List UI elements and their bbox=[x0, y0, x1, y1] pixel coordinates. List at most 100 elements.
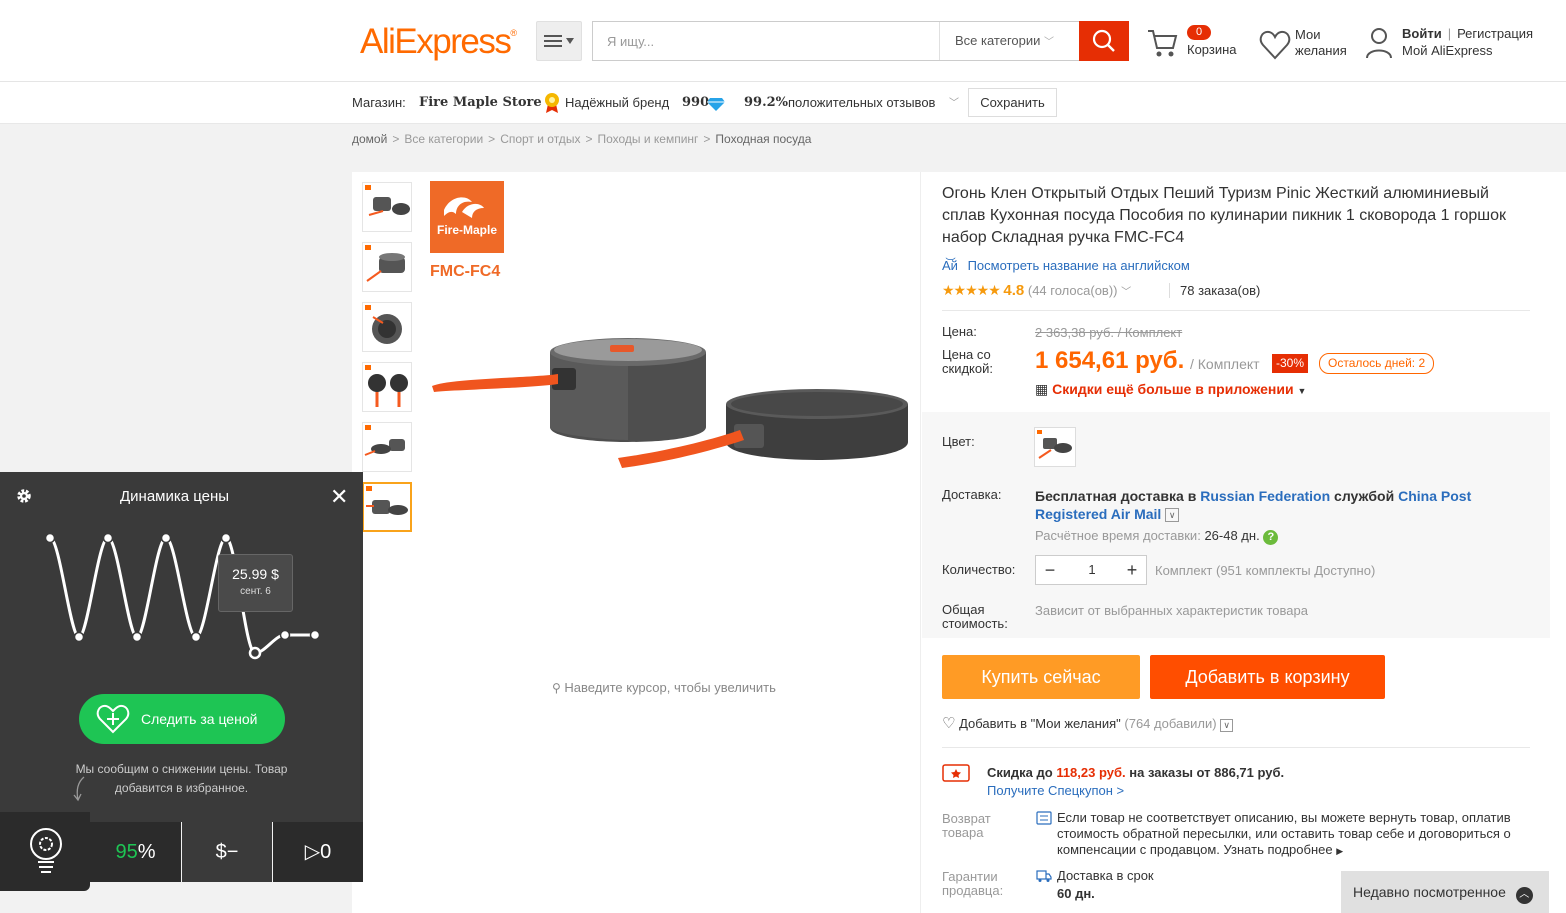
buy-now-button[interactable]: Купить сейчас bbox=[942, 655, 1140, 699]
breadcrumb-home[interactable]: домой bbox=[352, 132, 387, 146]
breadcrumb-sport[interactable]: Спорт и отдых bbox=[500, 132, 580, 146]
category-select[interactable]: Все категории ﹀ bbox=[939, 22, 1079, 60]
thumbnail-3[interactable] bbox=[362, 302, 412, 352]
positive-feedback-label[interactable]: положительных отзывов bbox=[788, 95, 935, 110]
caret-down-icon bbox=[566, 38, 574, 44]
store-score: 990 bbox=[682, 95, 710, 110]
lightbulb-button[interactable] bbox=[0, 812, 90, 891]
brand-badge-label: Надёжный бренд bbox=[565, 95, 670, 110]
gear-icon[interactable] bbox=[15, 487, 33, 505]
english-title-text[interactable]: Посмотреть название на английском bbox=[968, 258, 1190, 273]
coupon-info: Скидка до 118,23 руб. на заказы от 886,7… bbox=[987, 765, 1284, 780]
recently-viewed-tab[interactable]: Недавно посмотренное ︿ bbox=[1341, 871, 1549, 913]
orders-count: 78 заказа(ов) bbox=[1169, 283, 1260, 298]
days-left-badge: Осталось дней: 2 bbox=[1319, 353, 1435, 374]
search-icon bbox=[1092, 29, 1115, 52]
aliexpress-logo[interactable]: AliExpress® bbox=[360, 22, 517, 62]
zoom-hint: ⚲ Наведите курсор, чтобы увеличить bbox=[552, 680, 776, 695]
translate-icon: A͝й bbox=[942, 258, 958, 273]
cookware-set-image: Fire-Maple FMC-FC4 bbox=[430, 181, 908, 468]
hamburger-icon bbox=[544, 35, 562, 47]
my-aliexpress-link[interactable]: Мой AliExpress bbox=[1402, 43, 1493, 58]
cart-icon[interactable] bbox=[1146, 26, 1180, 60]
thumbnail-6[interactable] bbox=[362, 482, 412, 532]
add-wish-text[interactable]: Добавить в "Мои желания" bbox=[959, 716, 1121, 731]
guarantee-days: 60 дн. bbox=[1057, 886, 1095, 901]
english-title-link[interactable]: A͝й Посмотреть название на английском bbox=[942, 258, 1190, 273]
cookware-thumb-icon bbox=[365, 245, 405, 282]
breadcrumb-all-categories[interactable]: Все категории bbox=[404, 132, 483, 146]
cart-count-badge: 0 bbox=[1187, 25, 1211, 40]
price-change-button[interactable]: $− bbox=[182, 822, 272, 882]
wishlist-label[interactable]: Мои желания bbox=[1295, 27, 1355, 59]
rating-value: 4.8 bbox=[1003, 282, 1025, 299]
qr-icon: ▦ bbox=[1035, 381, 1049, 397]
login-link[interactable]: Войти bbox=[1402, 26, 1442, 41]
tooltip-price: 25.99 $ bbox=[232, 566, 279, 582]
discount-badge: -30% bbox=[1272, 354, 1309, 373]
views-button[interactable]: ▷0 bbox=[273, 822, 363, 882]
heart-plus-icon bbox=[96, 704, 130, 734]
save-store-button[interactable]: Сохранить bbox=[968, 88, 1057, 117]
lightbulb-gear-icon bbox=[30, 828, 62, 873]
discount-price-label: Цена со скидкой: bbox=[942, 347, 993, 376]
thumbnail-4[interactable] bbox=[362, 362, 412, 412]
store-name[interactable]: Fire Maple Store bbox=[419, 95, 542, 110]
quantity-input[interactable]: 1 bbox=[1064, 556, 1120, 584]
cookware-thumb-icon bbox=[365, 305, 402, 344]
availability-text: Комплект (951 комплекты Доступно) bbox=[1155, 563, 1376, 578]
search-input[interactable] bbox=[593, 22, 939, 60]
delivery-country[interactable]: Russian Federation bbox=[1200, 488, 1330, 504]
product-main-image[interactable]: Fire-Maple FMC-FC4 bbox=[422, 172, 920, 524]
deal-score[interactable]: 95% bbox=[90, 822, 181, 882]
track-price-button[interactable]: Следить за ценой bbox=[79, 694, 285, 744]
app-discount-text[interactable]: Скидки ещё больше в приложении bbox=[1052, 381, 1293, 397]
close-icon[interactable]: ✕ bbox=[330, 484, 348, 510]
total-text: Зависит от выбранных характеристик товар… bbox=[1035, 603, 1308, 618]
learn-more-link[interactable]: Узнать подробнее bbox=[1224, 842, 1333, 857]
coupon-text: Скидка до bbox=[987, 765, 1053, 780]
delivery-text-2: службой bbox=[1334, 488, 1395, 504]
cart-label[interactable]: Корзина bbox=[1187, 42, 1237, 57]
category-menu-button[interactable] bbox=[536, 21, 582, 61]
help-icon[interactable]: ? bbox=[1263, 530, 1279, 545]
heart-icon[interactable] bbox=[1259, 29, 1291, 61]
thumbnail-5[interactable] bbox=[362, 422, 412, 472]
caret-right-icon: ▶ bbox=[1336, 846, 1344, 856]
quantity-increase-button[interactable]: + bbox=[1118, 556, 1146, 584]
get-coupon-link[interactable]: Получите Спецкупон > bbox=[987, 783, 1124, 798]
coupon-amount: 118,23 руб. bbox=[1056, 765, 1126, 780]
chevron-down-icon[interactable]: ﹀ bbox=[949, 94, 959, 109]
app-discount-link[interactable]: ▦ Скидки ещё больше в приложении ▼ bbox=[1035, 381, 1306, 398]
search-button[interactable] bbox=[1079, 21, 1129, 61]
register-link[interactable]: Регистрация bbox=[1457, 26, 1533, 41]
diamond-icon bbox=[707, 98, 725, 111]
breadcrumb-current: Походная посуда bbox=[715, 132, 812, 146]
quantity-decrease-button[interactable]: − bbox=[1036, 556, 1064, 584]
return-policy: Если товар не соответствует описанию, вы… bbox=[1057, 810, 1531, 859]
zoom-hint-text: Наведите курсор, чтобы увеличить bbox=[564, 680, 776, 695]
rating-block[interactable]: ★★★★★ 4.8 (44 голоса(ов)) ﹀ bbox=[942, 282, 1131, 299]
breadcrumb-hiking[interactable]: Походы и кемпинг bbox=[597, 132, 698, 146]
add-to-wishlist-link[interactable]: ♡ Добавить в "Мои желания" (764 добавили… bbox=[942, 714, 1234, 732]
chevron-down-icon[interactable]: ﹀ bbox=[1121, 287, 1131, 298]
cookware-thumb-icon bbox=[364, 425, 405, 456]
price-tooltip: 25.99 $ сент. 6 bbox=[218, 554, 293, 612]
widget-note: Мы сообщим о снижении цены. Товар добави… bbox=[75, 762, 288, 795]
delivery-info: Бесплатная доставка в Russian Federation… bbox=[1035, 487, 1535, 523]
recently-viewed-label: Недавно посмотренное bbox=[1353, 884, 1506, 900]
chevron-down-icon[interactable]: ∨ bbox=[1165, 508, 1180, 523]
price-unit: / Комплект bbox=[1190, 356, 1260, 372]
magnifier-icon: ⚲ bbox=[552, 681, 561, 695]
breadcrumb: домой > Все категории > Спорт и отдых > Походы… bbox=[352, 132, 812, 146]
track-price-label: Следить за ценой bbox=[141, 711, 258, 727]
color-option-1[interactable] bbox=[1034, 427, 1076, 467]
thumbnail-2[interactable] bbox=[362, 242, 412, 292]
add-to-cart-button[interactable]: Добавить в корзину bbox=[1150, 655, 1385, 699]
thumbnail-1[interactable] bbox=[362, 182, 412, 232]
product-title: Огонь Клен Открытый Отдых Пеший Туризм P… bbox=[942, 185, 1506, 246]
coupon-text-2: на заказы от 886,71 руб. bbox=[1129, 765, 1285, 780]
cookware-thumb-icon bbox=[365, 185, 410, 216]
chevron-down-icon[interactable]: ∨ bbox=[1220, 719, 1234, 732]
delivery-truck-icon bbox=[1036, 870, 1052, 882]
